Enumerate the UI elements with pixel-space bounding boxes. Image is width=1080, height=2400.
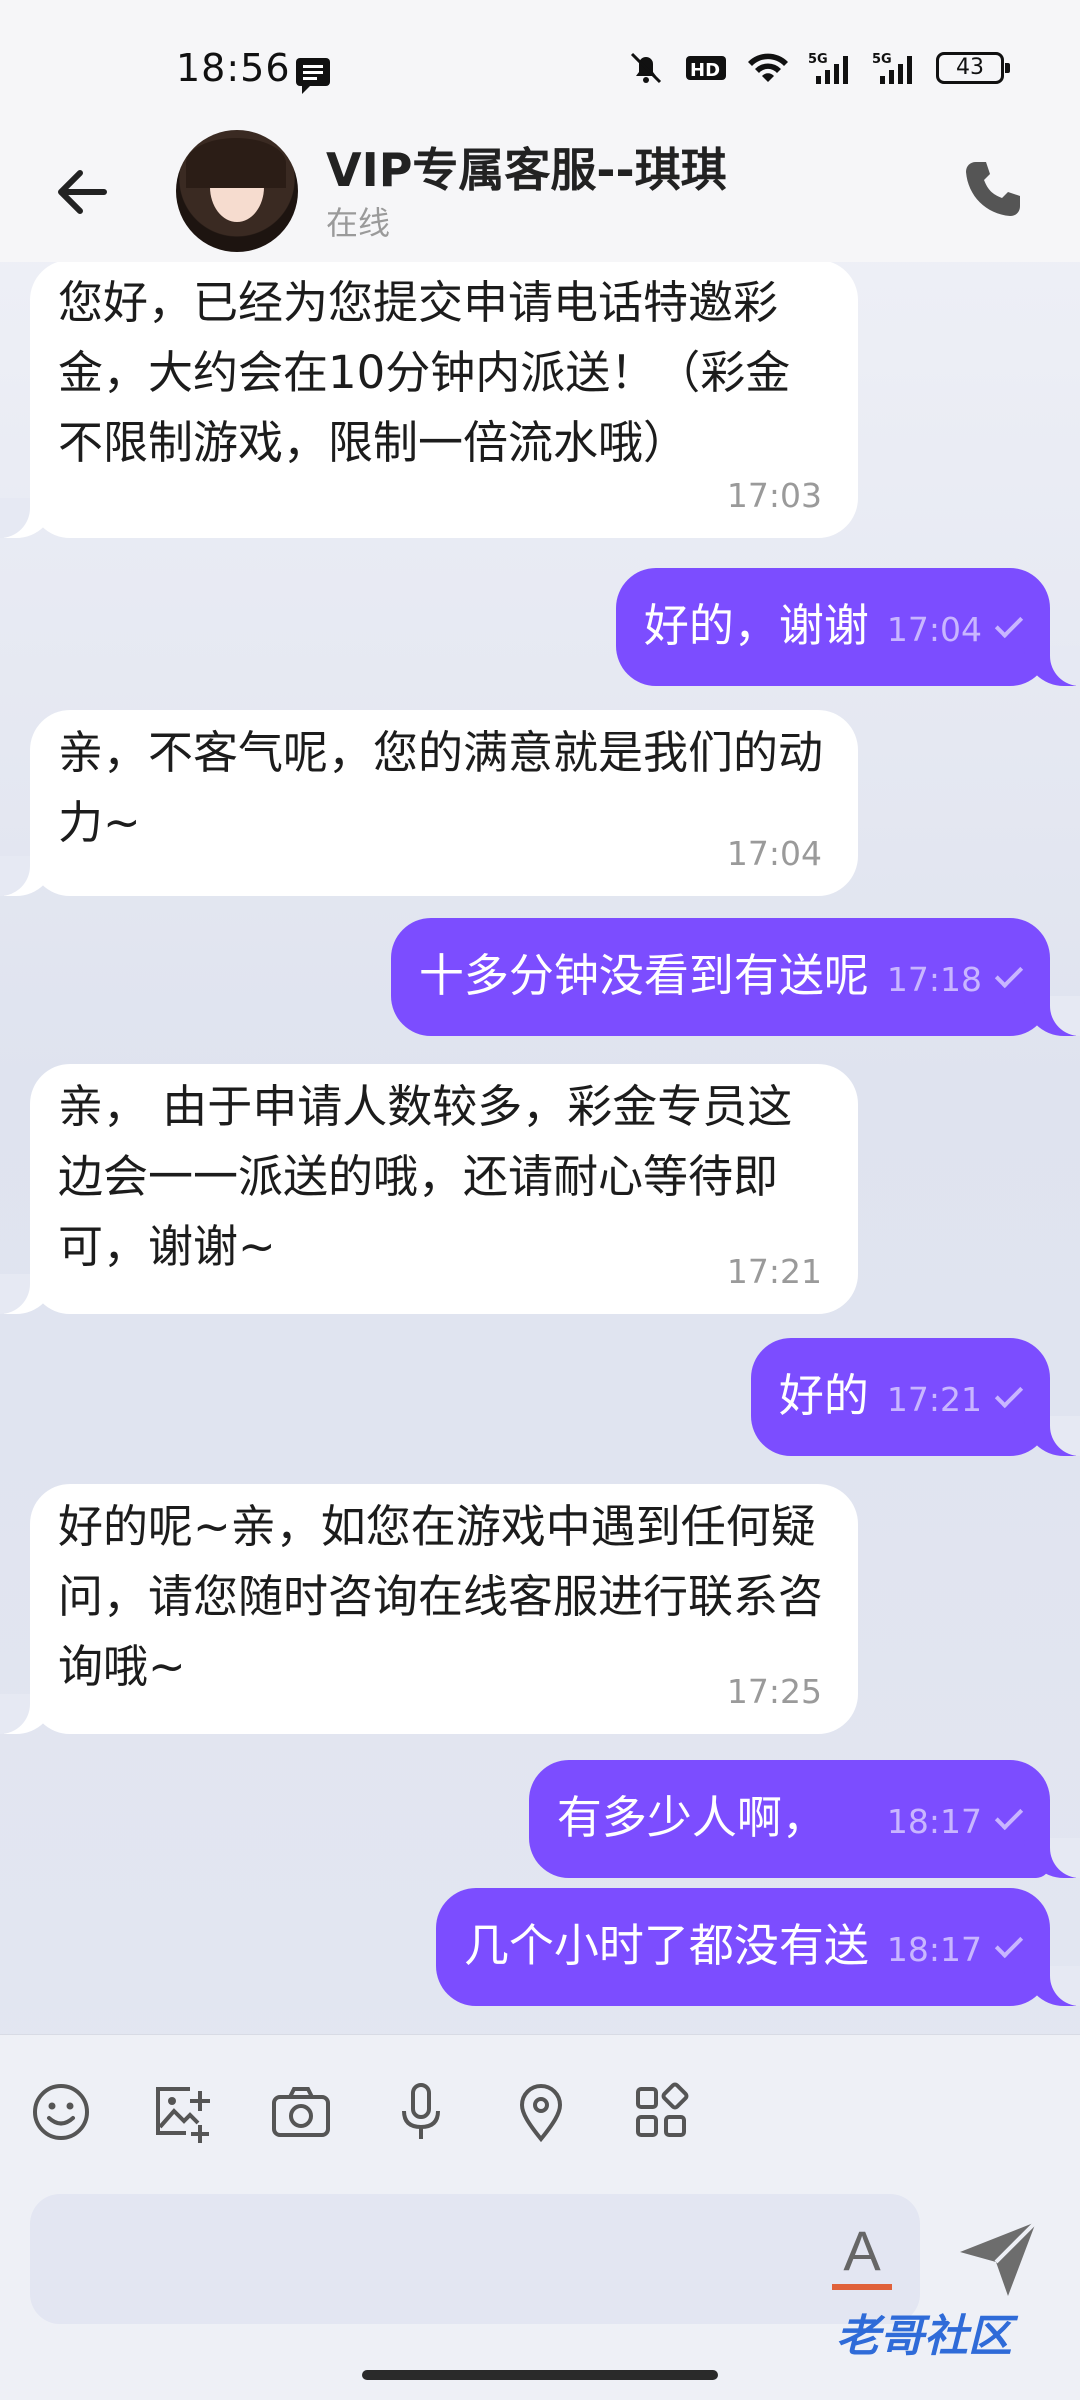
svg-text:HD: HD bbox=[690, 60, 720, 81]
message-text: 亲， 由于申请人数较多，彩金专员这边会一一派送的哦，还请耐心等待即可，谢谢~ bbox=[58, 1080, 793, 1273]
message-time: 17:25 bbox=[726, 1672, 822, 1711]
chat-screen: 18:56 HD 5G 5G 43 VIP专属客服--琪琪 在线 您好，已经为您… bbox=[0, 0, 1080, 2400]
watermark-logo: 老哥社区 bbox=[836, 2311, 1012, 2362]
message-outgoing[interactable]: 几个小时了都没有送 18:17 bbox=[435, 1888, 1080, 2006]
camera-icon[interactable] bbox=[266, 2077, 336, 2147]
message-time: 17:21 bbox=[726, 1252, 822, 1291]
read-check-icon bbox=[994, 1379, 1024, 1409]
mute-bell-icon bbox=[630, 52, 662, 84]
message-time: 18:17 bbox=[886, 1802, 982, 1841]
emoji-icon[interactable] bbox=[26, 2077, 96, 2147]
image-add-icon[interactable] bbox=[146, 2077, 216, 2147]
message-text: 您好，已经为您提交申请电话特邀彩金，大约会在10分钟内派送！（彩金不限制游戏，限… bbox=[58, 276, 791, 469]
read-check-icon bbox=[994, 1801, 1024, 1831]
read-check-icon bbox=[994, 959, 1024, 989]
message-list[interactable]: 您好，已经为您提交申请电话特邀彩金，大约会在10分钟内派送！（彩金不限制游戏，限… bbox=[0, 262, 1080, 2034]
read-check-icon bbox=[994, 609, 1024, 639]
message-text: 几个小时了都没有送 bbox=[463, 1919, 869, 1972]
contact-name: VIP专属客服--琪琪 bbox=[326, 143, 727, 197]
status-bar: 18:56 HD 5G 5G 43 bbox=[0, 0, 1080, 130]
wifi-icon bbox=[748, 53, 788, 82]
battery-icon: 43 bbox=[936, 52, 1010, 84]
message-time: 17:03 bbox=[726, 476, 822, 515]
message-time: 17:18 bbox=[886, 960, 982, 999]
message-time: 17:04 bbox=[726, 834, 822, 873]
hd-icon: HD bbox=[686, 56, 726, 81]
message-outgoing[interactable]: 好的 17:21 bbox=[750, 1338, 1080, 1456]
svg-text:5G: 5G bbox=[872, 52, 892, 67]
message-outgoing[interactable]: 好的，谢谢 17:04 bbox=[615, 568, 1080, 686]
message-outgoing[interactable]: 十多分钟没看到有送呢 17:18 bbox=[390, 918, 1080, 1036]
location-icon[interactable] bbox=[506, 2077, 576, 2147]
message-input[interactable] bbox=[30, 2194, 920, 2324]
message-incoming[interactable]: 亲， 由于申请人数较多，彩金专员这边会一一派送的哦，还请耐心等待即可，谢谢~ 1… bbox=[0, 1064, 858, 1314]
contact-avatar[interactable] bbox=[176, 130, 298, 252]
signal-5g-icon: 5G bbox=[808, 52, 848, 84]
message-time: 18:17 bbox=[886, 1930, 982, 1969]
phone-call-icon[interactable] bbox=[960, 156, 1026, 222]
message-text: 亲，不客气呢，您的满意就是我们的动力~ bbox=[58, 726, 824, 849]
message-incoming[interactable]: 好的呢~亲，如您在游戏中遇到任何疑问，请您随时咨询在线客服进行联系咨询哦~ 17… bbox=[0, 1484, 858, 1734]
attachment-toolbar bbox=[0, 2034, 1080, 2194]
message-time: 17:21 bbox=[886, 1380, 982, 1419]
home-indicator[interactable] bbox=[362, 2370, 718, 2380]
microphone-icon[interactable] bbox=[386, 2077, 456, 2147]
message-text: 有多少人啊， bbox=[556, 1791, 827, 1844]
message-incoming[interactable]: 您好，已经为您提交申请电话特邀彩金，大约会在10分钟内派送！（彩金不限制游戏，限… bbox=[0, 262, 858, 538]
chat-header: VIP专属客服--琪琪 在线 bbox=[0, 130, 1080, 262]
status-time: 18:56 bbox=[176, 46, 291, 90]
signal-5g-icon-2: 5G bbox=[872, 52, 912, 84]
text-format-underline bbox=[832, 2284, 892, 2290]
message-outgoing[interactable]: 有多少人啊， 18:17 bbox=[528, 1760, 1080, 1878]
text-format-label: A bbox=[843, 2219, 881, 2282]
message-text: 十多分钟没看到有送呢 bbox=[418, 949, 869, 1002]
contact-status: 在线 bbox=[326, 204, 391, 242]
read-check-icon bbox=[994, 1929, 1024, 1959]
message-text: 好的呢~亲，如您在游戏中遇到任何疑问，请您随时咨询在线客服进行联系咨询哦~ bbox=[58, 1500, 824, 1693]
message-text: 好的，谢谢 bbox=[643, 599, 869, 652]
send-icon[interactable] bbox=[954, 2216, 1042, 2300]
text-format-button[interactable]: A bbox=[832, 2220, 892, 2290]
message-notification-icon bbox=[296, 58, 330, 94]
back-arrow-icon[interactable] bbox=[50, 160, 114, 224]
message-text: 好的 bbox=[778, 1369, 869, 1422]
svg-text:5G: 5G bbox=[808, 52, 828, 67]
apps-icon[interactable] bbox=[626, 2077, 696, 2147]
message-time: 17:04 bbox=[886, 610, 982, 649]
status-icons: HD 5G 5G 43 bbox=[626, 50, 1010, 86]
message-incoming[interactable]: 亲，不客气呢，您的满意就是我们的动力~ 17:04 bbox=[0, 710, 858, 896]
